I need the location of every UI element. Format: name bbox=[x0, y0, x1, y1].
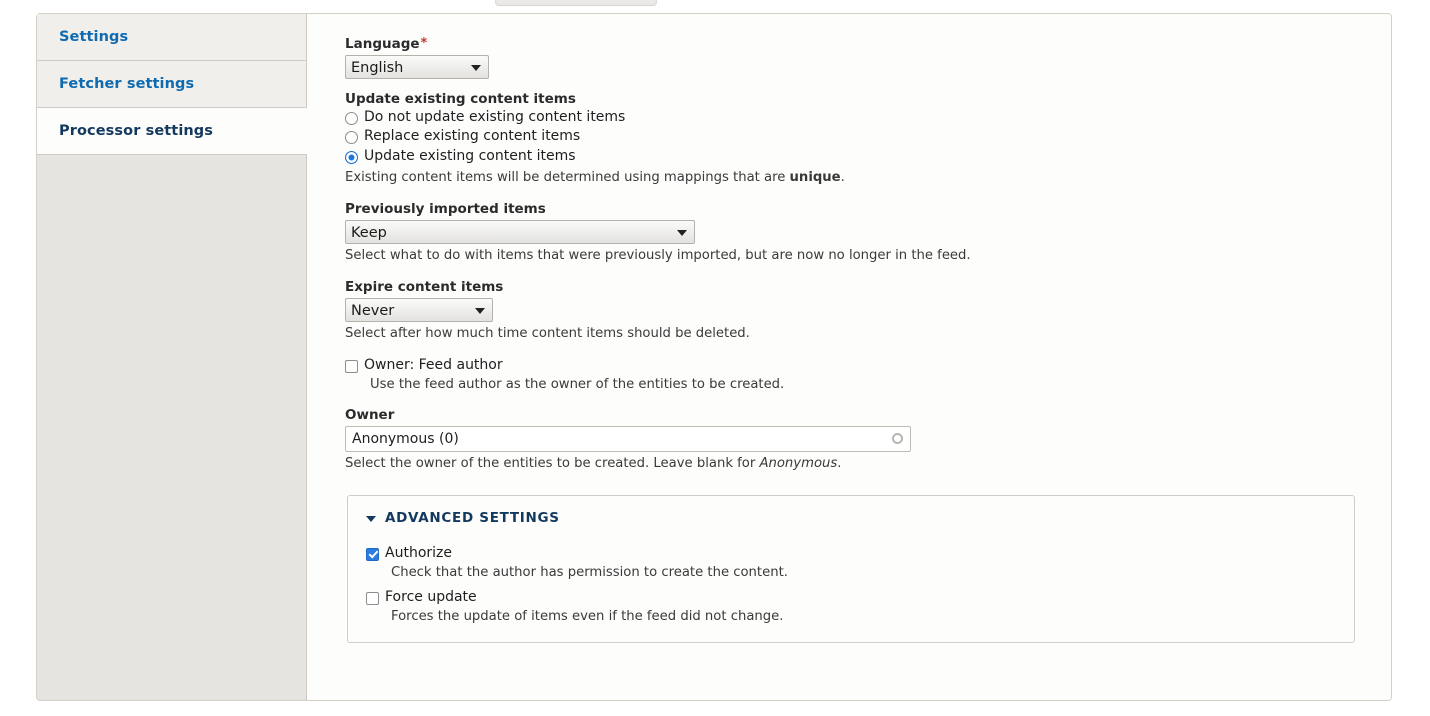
previously-imported-label: Previously imported items bbox=[345, 201, 1391, 217]
language-select[interactable]: English bbox=[345, 55, 489, 79]
checkbox-label: Owner: Feed author bbox=[364, 356, 503, 374]
expire-label: Expire content items bbox=[345, 279, 1391, 295]
sidebar-item-label: Settings bbox=[59, 29, 128, 45]
radio-label: Do not update existing content items bbox=[364, 108, 625, 126]
checkbox-icon[interactable] bbox=[366, 592, 379, 605]
previously-imported-form-item: Previously imported items Keep Select wh… bbox=[345, 201, 1391, 265]
previously-imported-select-wrap: Keep bbox=[345, 220, 695, 244]
advanced-settings-toggle[interactable]: Advanced settings bbox=[366, 510, 1336, 526]
language-form-item: Language* English bbox=[345, 36, 1391, 79]
checkbox-icon-checked[interactable] bbox=[366, 548, 379, 561]
processor-settings-screen: Settings Fetcher settings Processor sett… bbox=[0, 0, 1430, 716]
vertical-tabs-container: Settings Fetcher settings Processor sett… bbox=[36, 13, 1392, 701]
owner-feed-author-description: Use the feed author as the owner of the … bbox=[370, 376, 1391, 394]
checkbox-force-update[interactable]: Force update bbox=[366, 589, 1336, 607]
sidebar-item-label: Processor settings bbox=[59, 123, 213, 139]
vertical-tabs-menu: Settings Fetcher settings Processor sett… bbox=[37, 14, 307, 700]
expire-description: Select after how much time content items… bbox=[345, 325, 1391, 343]
authorize-description: Check that the author has permission to … bbox=[391, 564, 1336, 582]
checkbox-owner-feed-author[interactable]: Owner: Feed author bbox=[345, 357, 1391, 375]
language-label-text: Language bbox=[345, 36, 420, 52]
triangle-down-icon bbox=[366, 516, 376, 522]
expire-form-item: Expire content items Never Select after … bbox=[345, 279, 1391, 343]
radio-update-existing[interactable]: Update existing content items bbox=[345, 148, 1391, 166]
description-emphasis: unique bbox=[790, 170, 841, 185]
sidebar-item-label: Fetcher settings bbox=[59, 76, 194, 92]
radio-icon[interactable] bbox=[345, 112, 358, 125]
owner-input[interactable] bbox=[345, 426, 911, 452]
sidebar-item-processor-settings[interactable]: Processor settings bbox=[37, 108, 307, 155]
radio-replace-existing[interactable]: Replace existing content items bbox=[345, 128, 1391, 146]
radio-icon-selected[interactable] bbox=[345, 151, 358, 164]
force-update-form-item: Force update Forces the update of items … bbox=[366, 589, 1336, 626]
language-select-wrap: English bbox=[345, 55, 489, 79]
radio-do-not-update[interactable]: Do not update existing content items bbox=[345, 109, 1391, 127]
radio-icon[interactable] bbox=[345, 131, 358, 144]
expire-select-wrap: Never bbox=[345, 298, 493, 322]
advanced-settings-fieldset: Advanced settings Authorize Check that t… bbox=[347, 495, 1355, 643]
force-update-description: Forces the update of items even if the f… bbox=[391, 608, 1336, 626]
processor-settings-pane: Language* English Update existing conten… bbox=[307, 14, 1391, 700]
owner-description: Select the owner of the entities to be c… bbox=[345, 455, 1391, 473]
cut-off-top-element[interactable] bbox=[495, 0, 657, 6]
authorize-form-item: Authorize Check that the author has perm… bbox=[366, 545, 1336, 582]
description-suffix: . bbox=[837, 456, 841, 471]
owner-feed-author-form-item: Owner: Feed author Use the feed author a… bbox=[345, 357, 1391, 394]
owner-form-item: Owner Select the owner of the entities t… bbox=[345, 407, 1391, 473]
advanced-settings-legend-text: Advanced settings bbox=[385, 510, 560, 526]
description-emphasis: Anonymous bbox=[759, 456, 837, 471]
fieldset-spacer bbox=[366, 582, 1336, 589]
previously-imported-select[interactable]: Keep bbox=[345, 220, 695, 244]
required-marker: * bbox=[421, 36, 428, 51]
sidebar-item-fetcher-settings[interactable]: Fetcher settings bbox=[37, 61, 306, 108]
checkbox-authorize[interactable]: Authorize bbox=[366, 545, 1336, 563]
radio-label: Replace existing content items bbox=[364, 127, 580, 145]
checkbox-icon[interactable] bbox=[345, 360, 358, 373]
language-label: Language* bbox=[345, 36, 1391, 52]
owner-autocomplete-wrap bbox=[345, 426, 911, 452]
update-existing-description: Existing content items will be determine… bbox=[345, 169, 1391, 187]
checkbox-label: Force update bbox=[385, 588, 477, 606]
update-existing-group-title: Update existing content items bbox=[345, 91, 1391, 107]
owner-label: Owner bbox=[345, 407, 1391, 423]
checkbox-label: Authorize bbox=[385, 544, 452, 562]
radio-label: Update existing content items bbox=[364, 147, 576, 165]
description-suffix: . bbox=[841, 170, 845, 185]
description-text: Select the owner of the entities to be c… bbox=[345, 456, 759, 471]
description-text: Existing content items will be determine… bbox=[345, 170, 790, 185]
sidebar-item-settings[interactable]: Settings bbox=[37, 14, 306, 61]
previously-imported-description: Select what to do with items that were p… bbox=[345, 247, 1391, 265]
expire-select[interactable]: Never bbox=[345, 298, 493, 322]
